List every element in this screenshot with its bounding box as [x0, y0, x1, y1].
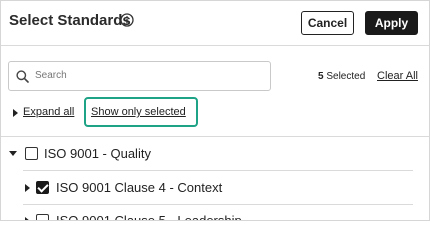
checkbox-iso-9001-clause-4[interactable] [36, 181, 49, 194]
checkbox-iso-9001-clause-5[interactable] [36, 214, 49, 220]
caret-right-icon[interactable] [13, 109, 18, 117]
row-divider [23, 170, 413, 171]
tree-row-label: ISO 9001 Clause 4 - Context [56, 180, 223, 195]
apply-button[interactable]: Apply [365, 11, 418, 35]
search-input[interactable]: Search [8, 61, 271, 91]
page-title: Select Standards [9, 12, 131, 29]
clear-all-link[interactable]: Clear All [377, 70, 418, 82]
info-icon[interactable] [120, 13, 134, 27]
header-divider [1, 45, 429, 46]
caret-right-icon[interactable] [25, 184, 30, 192]
row-divider [23, 204, 413, 205]
checkbox-iso-9001-quality[interactable] [25, 147, 38, 160]
caret-right-icon[interactable] [25, 217, 30, 220]
tree-row-label: ISO 9001 Clause 5 - Leadership [56, 213, 242, 221]
cancel-button[interactable]: Cancel [301, 11, 354, 35]
selected-count-suffix: Selected [323, 71, 366, 82]
search-placeholder: Search [35, 70, 67, 81]
controls-divider [1, 136, 429, 137]
show-only-selected-link[interactable]: Show only selected [91, 106, 186, 118]
select-standards-panel: Select Standards Cancel Apply Search 5 S… [0, 0, 430, 221]
expand-all-link[interactable]: Expand all [23, 106, 74, 118]
tree-row-label: ISO 9001 - Quality [44, 146, 151, 161]
caret-down-icon[interactable] [9, 151, 17, 156]
search-icon [16, 70, 29, 83]
selected-count: 5 Selected [318, 71, 365, 82]
